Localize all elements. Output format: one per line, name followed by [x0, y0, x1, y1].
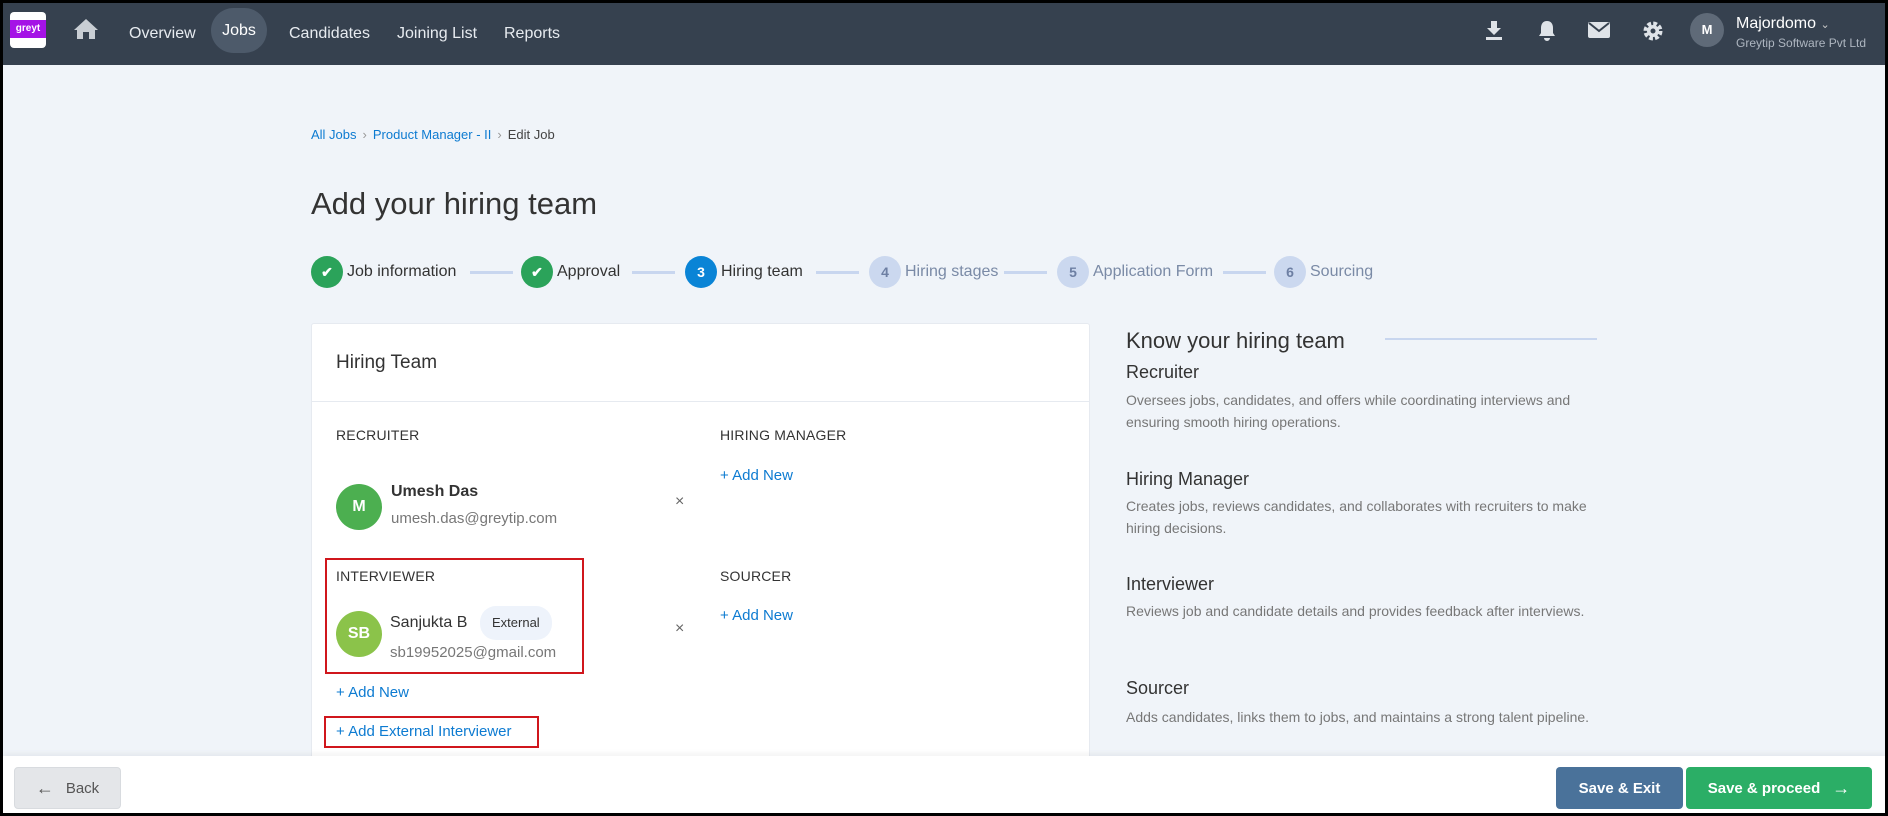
save-proceed-button[interactable]: Save & proceed →: [1686, 767, 1872, 809]
gear-icon[interactable]: [1641, 19, 1665, 43]
check-icon: ✔: [311, 256, 343, 288]
user-org: Greytip Software Pvt Ltd: [1736, 36, 1867, 50]
add-sourcer-button[interactable]: + Add New: [720, 607, 793, 624]
breadcrumb-job[interactable]: Product Manager - II: [373, 127, 492, 142]
top-navbar: greyt Overview Jobs Candidates Joining L…: [3, 3, 1885, 65]
download-icon[interactable]: [1483, 19, 1507, 43]
bell-icon[interactable]: [1536, 19, 1560, 43]
interviewer-label: INTERVIEWER: [336, 568, 436, 584]
sourcer-label: SOURCER: [720, 568, 792, 584]
step-sourcing[interactable]: 6 Sourcing: [1274, 256, 1373, 288]
nav-overview[interactable]: Overview: [129, 3, 196, 65]
save-exit-button[interactable]: Save & Exit: [1556, 767, 1683, 809]
hiring-manager-label: HIRING MANAGER: [720, 427, 847, 443]
avatar: M: [336, 484, 382, 530]
recruiter-label: RECRUITER: [336, 427, 420, 443]
step-job-information[interactable]: ✔ Job information: [311, 256, 456, 288]
step-connector: [632, 271, 675, 274]
role-desc-hiring-manager: Creates jobs, reviews candidates, and co…: [1126, 498, 1587, 536]
step-connector: [1223, 271, 1266, 274]
arrow-right-icon: →: [1832, 777, 1851, 798]
role-desc-sourcer: Adds candidates, links them to jobs, and…: [1126, 709, 1590, 725]
footer-bar: ← Back Save & Exit Save & proceed →: [3, 756, 1885, 813]
role-title-interviewer: Interviewer: [1126, 574, 1215, 594]
divider: [1385, 338, 1597, 340]
user-name[interactable]: Majordomo ⌄: [1736, 15, 1830, 33]
role-desc-interviewer: Reviews job and candidate details and pr…: [1126, 603, 1585, 619]
breadcrumb-current: Edit Job: [507, 127, 555, 142]
remove-interviewer-close-icon[interactable]: ×: [675, 620, 684, 638]
avatar: SB: [336, 611, 382, 657]
breadcrumb: All Jobs › Product Manager - II › Edit Job: [311, 127, 555, 142]
page-title: Add your hiring team: [311, 186, 598, 221]
step-hiring-stages[interactable]: 4 Hiring stages: [869, 256, 998, 288]
step-application-form[interactable]: 5 Application Form: [1057, 256, 1213, 288]
nav-candidates[interactable]: Candidates: [289, 3, 370, 65]
arrow-left-icon: ←: [35, 777, 54, 798]
hiring-team-card: Hiring Team RECRUITER M Umesh Das umesh.…: [311, 323, 1090, 813]
card-title: Hiring Team: [336, 352, 438, 373]
step-approval[interactable]: ✔ Approval: [521, 256, 620, 288]
recruiter-email: umesh.das@greytip.com: [391, 510, 558, 527]
mail-icon[interactable]: [1587, 21, 1611, 45]
role-desc-recruiter: Oversees jobs, candidates, and offers wh…: [1126, 392, 1571, 430]
divider: [312, 401, 1089, 402]
nav-jobs[interactable]: Jobs: [211, 8, 267, 53]
step-connector: [816, 271, 859, 274]
check-icon: ✔: [521, 256, 553, 288]
step-hiring-team[interactable]: 3 Hiring team: [685, 256, 803, 288]
recruiter-name: Umesh Das: [391, 483, 479, 500]
app-window: greyt Overview Jobs Candidates Joining L…: [3, 3, 1885, 813]
interviewer-name: Sanjukta B: [390, 614, 468, 631]
home-icon[interactable]: [73, 17, 98, 41]
interviewer-email: sb19952025@gmail.com: [390, 644, 557, 661]
nav-joining-list[interactable]: Joining List: [397, 3, 477, 65]
user-avatar[interactable]: M: [1690, 13, 1724, 47]
chevron-down-icon: ⌄: [1820, 19, 1830, 31]
role-title-sourcer: Sourcer: [1126, 678, 1190, 698]
add-hiring-manager-button[interactable]: + Add New: [720, 467, 793, 484]
external-badge: External: [480, 606, 552, 640]
remove-recruiter-close-icon[interactable]: ×: [675, 493, 684, 511]
nav-reports[interactable]: Reports: [504, 3, 560, 65]
know-team-title: Know your hiring team: [1126, 328, 1345, 353]
role-title-hiring-manager: Hiring Manager: [1126, 469, 1250, 489]
add-interviewer-button[interactable]: + Add New: [336, 684, 409, 701]
back-button[interactable]: ← Back: [14, 767, 121, 809]
greytip-logo[interactable]: greyt: [10, 12, 46, 48]
role-title-recruiter: Recruiter: [1126, 362, 1200, 382]
breadcrumb-all-jobs[interactable]: All Jobs: [311, 127, 357, 142]
step-connector: [470, 271, 513, 274]
step-connector: [1004, 271, 1047, 274]
add-external-interviewer-button[interactable]: + Add External Interviewer: [336, 723, 512, 740]
